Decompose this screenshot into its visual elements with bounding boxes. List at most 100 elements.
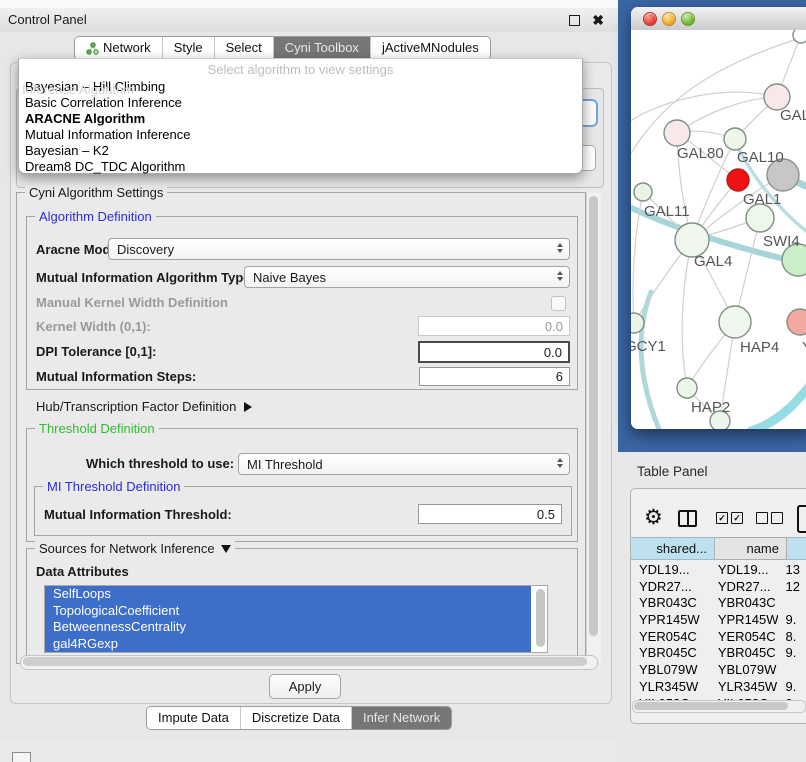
bottom-tab-infer-network[interactable]: Infer Network <box>352 707 451 729</box>
table-row[interactable]: YBL079WYBL079W <box>631 662 806 679</box>
kernel-width-field[interactable]: 0.0 <box>418 316 570 336</box>
tab-cyni-toolbox[interactable]: Cyni Toolbox <box>274 37 371 59</box>
dpi-tolerance-label: DPI Tolerance [0,1]: <box>36 342 156 362</box>
tab-network[interactable]: Network <box>75 37 163 59</box>
node-label-hap4: HAP4 <box>740 339 779 356</box>
stepper-arrows-icon <box>557 243 563 253</box>
network-edge[interactable] <box>751 368 806 429</box>
network-node-gal11[interactable] <box>634 183 652 201</box>
attribute-item-betweennesscentrality[interactable]: BetweennessCentrality <box>45 619 531 636</box>
tab-jactivemnodules[interactable]: jActiveMNodules <box>371 37 490 59</box>
close-icon[interactable]: ✖ <box>592 8 604 32</box>
algorithm-option-bayesian-k2[interactable]: Bayesian – K2 <box>19 143 582 159</box>
table-cell: YLR345W <box>710 679 778 696</box>
table-cell: YBR045C <box>631 645 710 662</box>
network-node[interactable] <box>793 30 806 43</box>
table-cell: 12 <box>778 579 806 596</box>
network-node[interactable] <box>727 169 749 191</box>
network-node-gal4[interactable] <box>675 223 709 257</box>
float-panel-icon[interactable] <box>569 15 580 26</box>
bottom-tab-impute-data[interactable]: Impute Data <box>147 707 241 729</box>
column-header-extra[interactable] <box>787 537 806 560</box>
which-threshold-select[interactable]: MI Threshold <box>238 453 570 475</box>
gear-icon[interactable]: ⚙ <box>644 505 663 530</box>
network-node-hap4[interactable] <box>719 306 751 338</box>
node-label-y: Y <box>802 339 806 356</box>
algorithm-popup: Select algorithm to view settings Bayesi… <box>18 58 583 174</box>
cyni-bottom-tabs: Impute Data Discretize DataInfer Network <box>146 706 452 730</box>
network-node-gal80[interactable] <box>664 120 690 146</box>
table-panel-title: Table Panel <box>637 462 708 482</box>
node-label-gcy1: GCY1 <box>631 338 666 355</box>
node-label-gal80: GAL80 <box>677 145 724 162</box>
table-rows: YDL19...YDL19...13YDR27...YDR27...12YBR0… <box>631 562 806 700</box>
tab-select-label: Select <box>226 37 262 59</box>
manual-kernel-checkbox[interactable] <box>551 296 566 311</box>
bottom-tab-impute-data-label: Impute Data <box>158 707 229 729</box>
control-panel-tabs: NetworkStyle Select Cyni ToolboxjActiveMNo… <box>74 36 491 60</box>
algorithm-option-mutual-information-inference[interactable]: Mutual Information Inference <box>19 127 582 143</box>
control-panel-titlebar: Control Panel ✖ <box>0 8 620 33</box>
network-node-gal10[interactable] <box>724 128 746 150</box>
table-cell: 9. <box>778 679 806 696</box>
table-row[interactable]: YBR045CYBR045C9. <box>631 645 806 662</box>
apply-button[interactable]: Apply <box>269 674 341 699</box>
tab-style[interactable]: Style <box>163 37 215 59</box>
bottom-tab-discretize-data[interactable]: Discretize Data <box>241 707 352 729</box>
table-row[interactable]: YPR145WYPR145W9. <box>631 612 806 629</box>
partial-toolbar-icon[interactable] <box>797 505 806 533</box>
dpi-tolerance-field[interactable]: 0.0 <box>418 341 570 363</box>
minimize-traffic-light-icon[interactable] <box>662 12 676 26</box>
columns-icon[interactable] <box>678 510 697 527</box>
network-node-hap2[interactable] <box>677 378 697 398</box>
settings-horizontal-scrollbar[interactable] <box>20 655 598 670</box>
column-header-shared[interactable]: shared... <box>631 537 715 560</box>
sources-group-title[interactable]: Sources for Network Inference <box>35 541 235 556</box>
table-cell: YLR345W <box>631 679 710 696</box>
which-threshold-value: MI Threshold <box>247 457 323 472</box>
table-row[interactable]: YDL19...YDL19...13 <box>631 562 806 579</box>
minimized-panel-icon[interactable] <box>12 752 31 762</box>
network-edge[interactable] <box>641 292 661 429</box>
network-window-titlebar[interactable] <box>631 7 806 31</box>
table-cell: 13 <box>778 562 806 579</box>
table-row[interactable]: YER054CYER054C8. <box>631 629 806 646</box>
network-canvas[interactable]: GALGAL80GAL10GAL1GAL11GAL4SWI4GCY1HAP4YH… <box>631 30 806 429</box>
mi-threshold-field[interactable]: 0.5 <box>418 504 562 524</box>
column-header-name[interactable]: name <box>715 537 787 560</box>
zoom-traffic-light-icon[interactable] <box>681 12 695 26</box>
table-row[interactable]: YLR345WYLR345W9. <box>631 679 806 696</box>
apply-label: Apply <box>289 679 322 694</box>
data-attributes-list[interactable]: SelfLoopsTopologicalCoefficientBetweenne… <box>44 585 548 653</box>
deselect-all-checkboxes-icon[interactable] <box>756 512 783 524</box>
table-cell: YDR27... <box>631 579 710 596</box>
hub-definition-expander[interactable]: Hub/Transcription Factor Definition <box>36 397 252 417</box>
ghost-inference-algorithm-label: Inference Algorithm <box>22 80 134 100</box>
table-cell: YDL19... <box>710 562 778 579</box>
close-traffic-light-icon[interactable] <box>643 12 657 26</box>
table-horizontal-scrollbar[interactable] <box>632 700 806 713</box>
settings-vertical-scrollbar[interactable] <box>586 193 601 661</box>
attribute-item-topologicalcoefficient[interactable]: TopologicalCoefficient <box>45 603 531 620</box>
attribute-item-gal4rgexp[interactable]: gal4RGexp <box>45 636 531 653</box>
aracne-mode-select[interactable]: Discovery <box>108 238 570 260</box>
list-scrollbar[interactable] <box>536 589 545 647</box>
algorithm-option-aracne-algorithm[interactable]: ARACNE Algorithm <box>19 111 582 127</box>
attribute-item-selfloops[interactable]: SelfLoops <box>45 586 531 603</box>
network-edge[interactable] <box>631 92 777 126</box>
table-row[interactable]: YDR27...YDR27...12 <box>631 579 806 596</box>
tab-select[interactable]: Select <box>215 37 274 59</box>
table-cell: 9. <box>778 645 806 662</box>
network-edge[interactable] <box>677 97 777 133</box>
manual-kernel-label: Manual Kernel Width Definition <box>36 293 228 313</box>
mi-type-select[interactable]: Naive Bayes <box>244 266 570 288</box>
mi-steps-field[interactable]: 6 <box>419 367 570 386</box>
algorithm-option-dream8-dc-tdc-algorithm[interactable]: Dream8 DC_TDC Algorithm <box>19 159 582 175</box>
table-row[interactable]: YBR043CYBR043C <box>631 595 806 612</box>
network-node-y[interactable] <box>787 309 806 335</box>
network-node-gal1[interactable] <box>746 204 774 232</box>
network-node-gcy1[interactable] <box>631 313 644 333</box>
select-all-checkboxes-icon[interactable]: ✓✓ <box>716 512 743 524</box>
table-cell: YBR043C <box>631 595 710 612</box>
network-edge[interactable] <box>682 240 692 388</box>
